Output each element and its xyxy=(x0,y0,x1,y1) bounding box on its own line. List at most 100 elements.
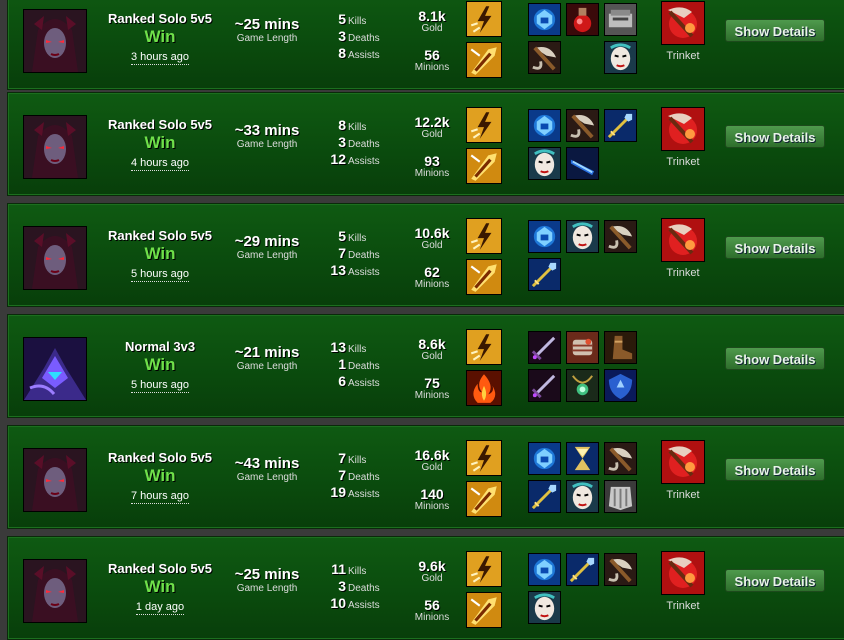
sightstone-icon xyxy=(528,220,561,253)
sword-icon xyxy=(528,331,561,364)
kassadin-icon xyxy=(23,337,87,401)
gold-value: 10.6k xyxy=(414,225,450,241)
kills-count: 8 xyxy=(338,117,346,133)
deaths-count: 7 xyxy=(338,467,346,483)
axe-icon xyxy=(528,41,561,74)
armor-icon xyxy=(604,480,637,513)
match-row: Ranked Solo 5v5 Win 5 hours ago ~29 mins Gam… xyxy=(7,203,844,307)
axe-icon xyxy=(604,442,637,475)
sightstone-icon xyxy=(528,109,561,142)
deaths-count: 1 xyxy=(338,356,346,372)
evelynn-icon xyxy=(23,9,87,73)
assists-label: Assists xyxy=(348,50,380,61)
gold-label: Gold xyxy=(421,573,443,584)
hourglass-icon xyxy=(566,442,599,475)
game-length: ~33 mins xyxy=(234,122,300,139)
game-length-label: Game Length xyxy=(236,33,298,44)
minions-label: Minions xyxy=(414,62,450,73)
show-details-button[interactable]: Show Details xyxy=(725,458,825,481)
game-length: ~29 mins xyxy=(234,233,300,250)
mask-icon xyxy=(528,591,561,624)
flash-icon xyxy=(466,551,502,587)
game-length-label: Game Length xyxy=(236,250,298,261)
axe-icon xyxy=(566,109,599,142)
spear-icon xyxy=(604,109,637,142)
smite-icon xyxy=(466,259,502,295)
deaths-count: 3 xyxy=(338,578,346,594)
sightstone-icon xyxy=(528,3,561,36)
kills-count: 5 xyxy=(338,11,346,27)
assists-label: Assists xyxy=(348,600,380,611)
gold-label: Gold xyxy=(421,462,443,473)
minions-label: Minions xyxy=(414,390,450,401)
time-ago: 4 hours ago xyxy=(130,157,190,171)
game-result: Win xyxy=(144,27,176,46)
tool-icon xyxy=(604,3,637,36)
sword-icon xyxy=(528,369,561,402)
game-length: ~43 mins xyxy=(234,455,300,472)
deaths-label: Deaths xyxy=(348,472,380,483)
kills-count: 13 xyxy=(330,339,346,355)
time-ago: 7 hours ago xyxy=(130,490,190,504)
mask-icon xyxy=(604,41,637,74)
game-length-label: Game Length xyxy=(236,472,298,483)
game-mode: Ranked Solo 5v5 xyxy=(107,450,213,465)
time-ago: 3 hours ago xyxy=(130,51,190,65)
minions-value: 75 xyxy=(424,375,440,391)
shield-icon xyxy=(604,369,637,402)
smite-icon xyxy=(466,481,502,517)
assists-count: 19 xyxy=(330,484,346,500)
game-length: ~25 mins xyxy=(234,566,300,583)
show-details-button[interactable]: Show Details xyxy=(725,125,825,148)
assists-count: 6 xyxy=(338,373,346,389)
spear-icon xyxy=(566,553,599,586)
minions-value: 140 xyxy=(420,486,444,502)
game-length-label: Game Length xyxy=(236,361,298,372)
amulet-icon xyxy=(566,369,599,402)
spear-icon xyxy=(528,258,561,291)
gold-value: 12.2k xyxy=(414,114,450,130)
deaths-label: Deaths xyxy=(348,33,380,44)
gold-value: 8.1k xyxy=(418,8,446,24)
trinket-icon xyxy=(661,440,705,484)
show-details-button[interactable]: Show Details xyxy=(725,236,825,259)
match-row: Ranked Solo 5v5 Win 1 day ago ~25 mins Game … xyxy=(7,536,844,640)
show-details-button[interactable]: Show Details xyxy=(725,347,825,370)
trinket-icon xyxy=(661,1,705,45)
assists-count: 12 xyxy=(330,151,346,167)
sightstone-icon xyxy=(528,553,561,586)
deaths-label: Deaths xyxy=(348,583,380,594)
deaths-count: 7 xyxy=(338,245,346,261)
deaths-label: Deaths xyxy=(348,361,380,372)
gold-label: Gold xyxy=(421,351,443,362)
game-result: Win xyxy=(144,244,176,263)
mask-icon xyxy=(528,147,561,180)
minions-value: 56 xyxy=(424,597,440,613)
game-result: Win xyxy=(144,466,176,485)
game-result: Win xyxy=(144,577,176,596)
kills-label: Kills xyxy=(348,566,367,577)
trinket-label: Trinket xyxy=(666,489,700,501)
minions-label: Minions xyxy=(414,279,450,290)
game-result: Win xyxy=(144,133,176,152)
spear-icon xyxy=(528,480,561,513)
axe-icon xyxy=(604,553,637,586)
flash-icon xyxy=(466,218,502,254)
gold-value: 8.6k xyxy=(418,336,446,352)
show-details-button[interactable]: Show Details xyxy=(725,569,825,592)
boots-icon xyxy=(604,331,637,364)
game-length: ~21 mins xyxy=(234,344,300,361)
assists-label: Assists xyxy=(348,489,380,500)
evelynn-icon xyxy=(23,448,87,512)
show-details-button[interactable]: Show Details xyxy=(725,19,825,42)
smite-icon xyxy=(466,148,502,184)
match-row: Ranked Solo 5v5 Win 3 hours ago ~25 mins Gam… xyxy=(7,0,844,90)
evelynn-icon xyxy=(23,226,87,290)
kills-count: 11 xyxy=(331,561,346,577)
flash-icon xyxy=(466,329,502,365)
assists-label: Assists xyxy=(348,267,380,278)
assists-label: Assists xyxy=(348,378,380,389)
flash-icon xyxy=(466,1,502,37)
deaths-count: 3 xyxy=(338,28,346,44)
minions-value: 93 xyxy=(424,153,440,169)
